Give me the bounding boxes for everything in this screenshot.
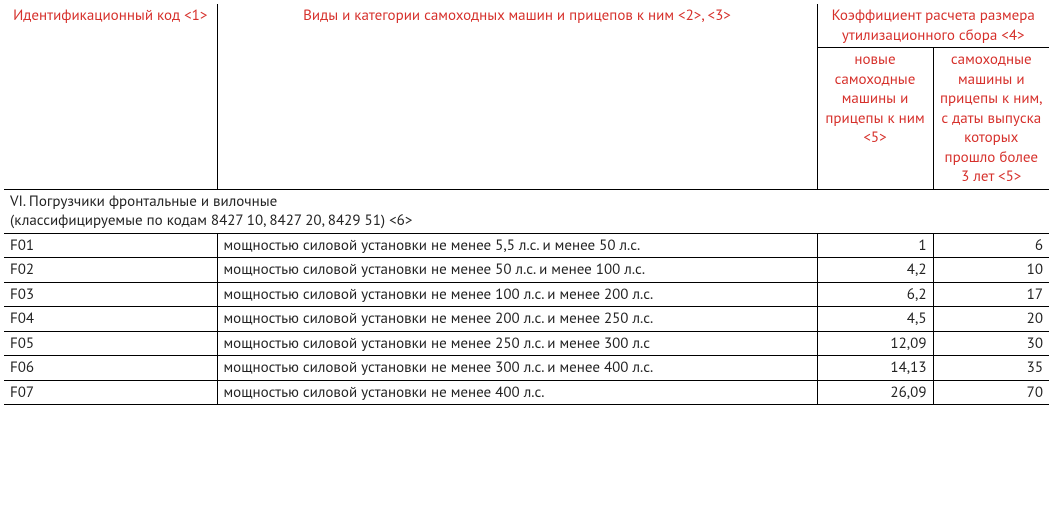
cell-desc: мощностью силовой установки не менее 250… xyxy=(217,331,817,356)
cell-coef-old: 35 xyxy=(933,356,1049,381)
cell-coef-new: 4,2 xyxy=(817,258,933,283)
cell-coef-old: 10 xyxy=(933,258,1049,283)
cell-coef-new: 12,09 xyxy=(817,331,933,356)
cell-desc: мощностью силовой установки не менее 50 … xyxy=(217,258,817,283)
cell-coef-new: 1 xyxy=(817,233,933,258)
cell-code: F01 xyxy=(4,233,217,258)
cell-coef-old: 20 xyxy=(933,307,1049,332)
table-row: F01мощностью силовой установки не менее … xyxy=(4,233,1049,258)
cell-code: F04 xyxy=(4,307,217,332)
cell-desc: мощностью силовой установки не менее 100… xyxy=(217,282,817,307)
table-row: F06мощностью силовой установки не менее … xyxy=(4,356,1049,381)
cell-coef-new: 14,13 xyxy=(817,356,933,381)
cell-coef-new: 6,2 xyxy=(817,282,933,307)
header-category: Виды и категории самоходных машин и приц… xyxy=(217,4,817,189)
cell-desc: мощностью силовой установки не менее 5,5… xyxy=(217,233,817,258)
cell-coef-old: 70 xyxy=(933,380,1049,405)
table-row: F03мощностью силовой установки не менее … xyxy=(4,282,1049,307)
header-id-code: Идентификационный код <1> xyxy=(4,4,217,189)
cell-desc: мощностью силовой установки не менее 200… xyxy=(217,307,817,332)
cell-desc: мощностью силовой установки не менее 400… xyxy=(217,380,817,405)
cell-code: F07 xyxy=(4,380,217,405)
header-coefficient: Коэффициент расчета размера утилизационн… xyxy=(817,4,1049,48)
header-coef-old: самоходные машины и прицепы к ним, с дат… xyxy=(933,48,1049,190)
table-row: F04мощностью силовой установки не менее … xyxy=(4,307,1049,332)
table-row: F07мощностью силовой установки не менее … xyxy=(4,380,1049,405)
cell-desc: мощностью силовой установки не менее 300… xyxy=(217,356,817,381)
cell-code: F03 xyxy=(4,282,217,307)
recycling-fee-table: Идентификационный код <1> Виды и категор… xyxy=(4,4,1049,405)
cell-code: F06 xyxy=(4,356,217,381)
cell-code: F05 xyxy=(4,331,217,356)
cell-coef-old: 17 xyxy=(933,282,1049,307)
cell-code: F02 xyxy=(4,258,217,283)
cell-coef-new: 26,09 xyxy=(817,380,933,405)
table-body: VI. Погрузчики фронтальные и вилочные (к… xyxy=(4,189,1049,405)
table-row: F02мощностью силовой установки не менее … xyxy=(4,258,1049,283)
section-row: VI. Погрузчики фронтальные и вилочные (к… xyxy=(4,189,1049,233)
cell-coef-new: 4,5 xyxy=(817,307,933,332)
section-title: VI. Погрузчики фронтальные и вилочные (к… xyxy=(4,189,1049,233)
table-row: F05мощностью силовой установки не менее … xyxy=(4,331,1049,356)
cell-coef-old: 30 xyxy=(933,331,1049,356)
header-coef-new: новые самоходные машины и прицепы к ним … xyxy=(817,48,933,190)
cell-coef-old: 6 xyxy=(933,233,1049,258)
